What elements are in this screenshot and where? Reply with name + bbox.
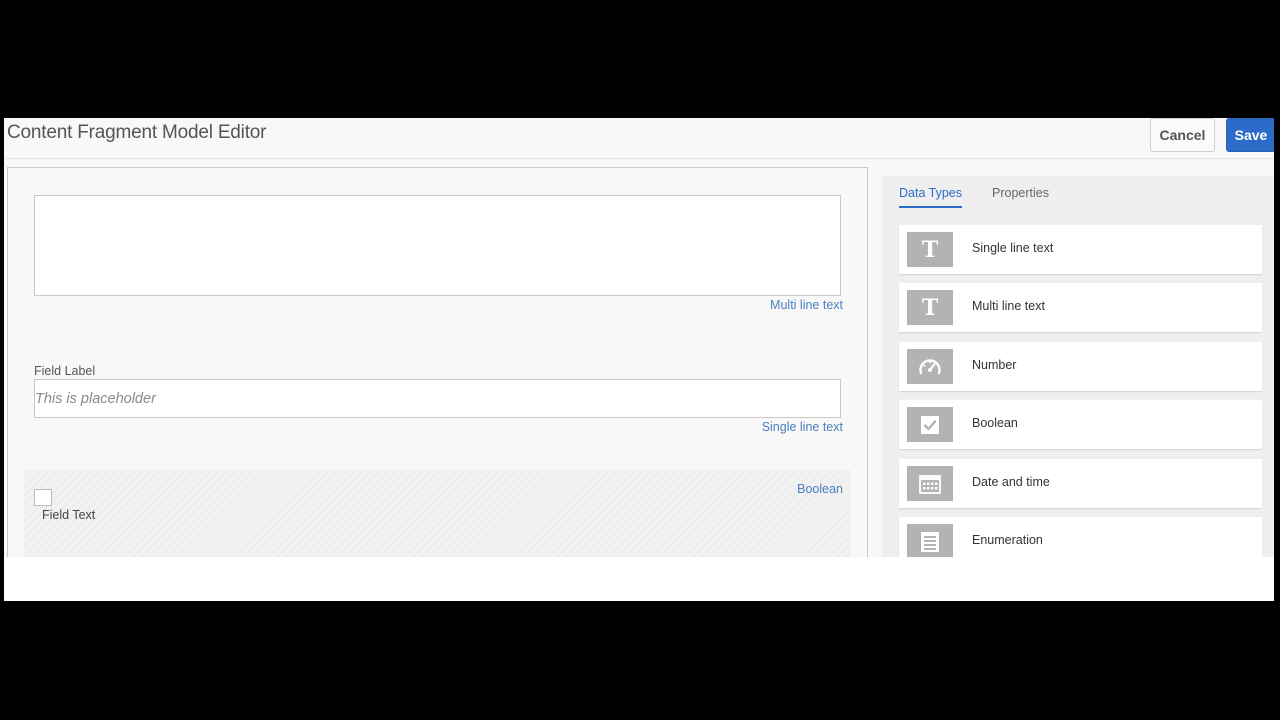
gauge-icon (907, 349, 953, 384)
multi-line-type-label: Multi line text (770, 298, 843, 312)
tab-data-types[interactable]: Data Types (899, 186, 963, 208)
page-title: Content Fragment Model Editor (7, 122, 267, 143)
data-type-label: Single line text (972, 241, 1054, 255)
list-icon (907, 524, 953, 559)
multi-line-text-field[interactable] (34, 195, 841, 296)
data-type-single-line-text[interactable]: T Single line text (899, 225, 1262, 274)
model-canvas: Multi line text Field Label This is plac… (7, 167, 868, 601)
single-line-placeholder: This is placeholder (35, 390, 156, 407)
text-t-icon: T (907, 290, 953, 325)
editor-header: Content Fragment Model Editor Cancel Sav… (4, 118, 1274, 159)
data-type-boolean[interactable]: Boolean (899, 400, 1262, 449)
boolean-field-text: Field Text (42, 508, 96, 522)
boolean-checkbox[interactable] (34, 489, 52, 506)
data-type-label: Multi line text (972, 299, 1045, 313)
boolean-type-label: Boolean (797, 482, 843, 496)
text-t-icon: T (907, 232, 953, 267)
save-button[interactable]: Save (1226, 118, 1274, 152)
data-type-date-and-time[interactable]: Date and time (899, 459, 1262, 508)
checkbox-icon (907, 407, 953, 442)
data-type-label: Enumeration (972, 533, 1043, 547)
tab-properties[interactable]: Properties (992, 186, 1049, 200)
data-type-label: Date and time (972, 475, 1050, 489)
single-line-text-field[interactable]: This is placeholder (34, 379, 841, 418)
bottom-blank-area (4, 557, 1274, 601)
cancel-button[interactable]: Cancel (1150, 118, 1215, 152)
single-line-field-label: Field Label (34, 364, 96, 378)
data-type-number[interactable]: Number (899, 342, 1262, 391)
calendar-icon (907, 466, 953, 501)
data-type-label: Boolean (972, 416, 1018, 430)
data-types-panel: Data Types Properties T Single line text… (882, 176, 1274, 601)
data-type-label: Number (972, 358, 1017, 372)
data-type-multi-line-text[interactable]: T Multi line text (899, 283, 1262, 332)
app-window: Content Fragment Model Editor Cancel Sav… (4, 118, 1274, 601)
single-line-type-label: Single line text (761, 420, 843, 434)
